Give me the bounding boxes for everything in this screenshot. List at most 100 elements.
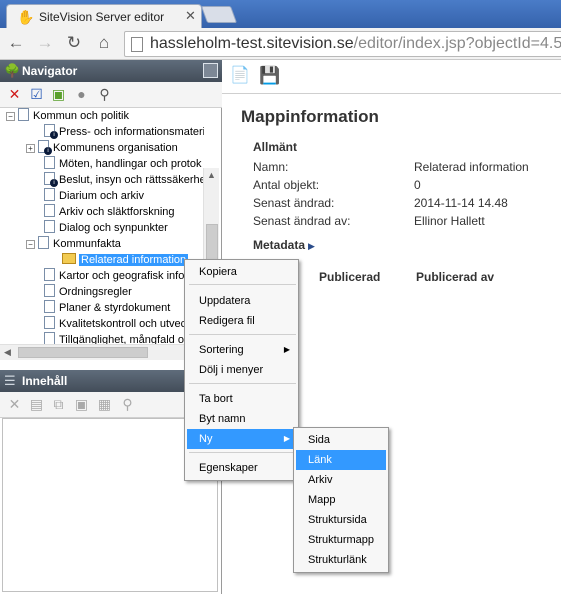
tree-node[interactable]: Diarium och arkiv — [44, 188, 144, 204]
tree-node-selected[interactable]: Relaterad information — [62, 252, 189, 268]
menu-item-byt-namn[interactable]: Byt namn — [187, 409, 296, 429]
tree-node[interactable]: Planer & styrdokument — [44, 300, 170, 316]
page-icon — [44, 156, 55, 169]
submenu-item-sida[interactable]: Sida — [296, 430, 386, 450]
tree-node[interactable]: − Kommun och politik — [6, 108, 129, 124]
search-icon[interactable]: ⚲ — [96, 86, 113, 103]
home-icon[interactable]: ⌂ — [94, 33, 114, 53]
menu-item-dolj-i-menyer[interactable]: Dölj i menyer — [187, 360, 296, 380]
menu-item-ny[interactable]: Ny ▶ — [187, 429, 296, 449]
tree-node[interactable]: Arkiv och släktforskning — [44, 204, 175, 220]
tree-node[interactable]: i Press- och informationsmateri — [44, 124, 204, 140]
navigator-header: 🌳 Navigator — [0, 60, 222, 82]
prop-label: Antal objekt: — [253, 178, 320, 192]
navigator-title: Navigator — [22, 64, 78, 78]
expand-triangle-icon: ▶ — [308, 241, 315, 251]
page-title: Mappinformation — [241, 107, 379, 126]
content-icon: ☰ — [4, 373, 16, 388]
prop-label: Senast ändrad av: — [253, 214, 351, 228]
browser-tab-strip: ✋ SiteVision Server editor ✕ — [0, 0, 561, 29]
prop-label: Senast ändrad: — [253, 196, 335, 210]
new-page-icon[interactable]: ▤ — [28, 396, 45, 413]
tree-node[interactable]: Dialog och synpunkter — [44, 220, 168, 236]
tree-node[interactable]: Tillgänglighet, mångfald o — [44, 332, 184, 344]
browser-tab[interactable]: ✋ SiteVision Server editor ✕ — [6, 4, 202, 29]
copy-icon[interactable]: ⧉ — [50, 396, 67, 413]
navigator-tree-icon: 🌳 — [4, 63, 21, 78]
column-header-published-by[interactable]: Publicerad av — [416, 270, 494, 284]
search-icon[interactable]: ⚲ — [119, 396, 136, 413]
status-circle-icon[interactable]: ● — [73, 86, 90, 103]
collapse-icon[interactable]: − — [6, 112, 15, 121]
submenu-item-struktursida[interactable]: Struktursida — [296, 510, 386, 530]
submenu-item-arkiv[interactable]: Arkiv — [296, 470, 386, 490]
menu-item-sortering[interactable]: Sortering ▶ — [187, 340, 296, 360]
tree-node[interactable]: i Beslut, insyn och rättssäkerhe — [44, 172, 204, 188]
address-bar[interactable]: hassleholm-test.sitevision.se/editor/ind… — [124, 31, 561, 57]
navigator-tree: − Kommun och politik i Press- och informat… — [2, 108, 204, 344]
scroll-up-icon[interactable]: ▲ — [207, 170, 216, 180]
page-info-icon: i — [38, 140, 52, 155]
section-title: Allmänt — [253, 140, 298, 154]
save-icon[interactable]: 💾 — [259, 67, 280, 87]
panel-toggle-button[interactable] — [203, 63, 218, 78]
content-title: Innehåll — [22, 374, 68, 388]
menu-separator — [189, 334, 296, 335]
prop-value: Ellinor Hallett — [414, 214, 485, 228]
menu-item-kopiera[interactable]: Kopiera — [187, 262, 296, 282]
scroll-left-icon[interactable]: ◀ — [4, 347, 11, 358]
paste-icon[interactable]: ▣ — [73, 396, 90, 413]
scroll-thumb[interactable] — [18, 347, 148, 358]
new-tab-button[interactable] — [200, 6, 238, 23]
tab-title: SiteVision Server editor — [39, 10, 165, 24]
page-icon — [44, 300, 55, 313]
url-text: hassleholm-test.sitevision.se/editor/ind… — [150, 35, 561, 52]
menu-separator — [189, 383, 296, 384]
page-icon — [44, 332, 55, 344]
layout-icon[interactable]: ▦ — [96, 396, 113, 413]
menu-item-egenskaper[interactable]: Egenskaper — [187, 458, 296, 478]
back-arrow-icon[interactable]: ← — [6, 33, 26, 53]
tree-node[interactable]: + i Kommunens organisation — [26, 140, 178, 156]
tree-node[interactable]: − Kommunfakta — [26, 236, 121, 252]
forward-arrow-icon[interactable]: → — [35, 33, 55, 53]
tree-node[interactable]: Kartor och geografisk info — [44, 268, 184, 284]
page-icon — [44, 316, 55, 329]
page-icon — [44, 204, 55, 217]
submenu-item-strukturlank[interactable]: Strukturlänk — [296, 550, 386, 570]
metadata-toggle[interactable]: Metadata ▶ — [253, 238, 315, 252]
menu-item-uppdatera[interactable]: Uppdatera — [187, 291, 296, 311]
delete-icon[interactable]: ✕ — [6, 396, 23, 413]
reload-icon[interactable]: ↻ — [64, 33, 84, 53]
tree-node[interactable]: Kvalitetskontroll och utvec — [44, 316, 186, 332]
menu-item-ta-bort[interactable]: Ta bort — [187, 389, 296, 409]
prop-label: Namn: — [253, 160, 289, 174]
tree-node[interactable]: Möten, handlingar och protok — [44, 156, 201, 172]
context-menu: Kopiera Uppdatera Redigera fil Sortering… — [184, 259, 299, 481]
submenu-item-lank[interactable]: Länk — [296, 450, 386, 470]
collapse-icon[interactable]: − — [26, 240, 35, 249]
submenu-arrow-icon: ▶ — [283, 434, 290, 443]
menu-item-redigera-fil[interactable]: Redigera fil — [187, 311, 296, 331]
menu-separator — [189, 284, 296, 285]
page-info-icon: i — [44, 172, 58, 187]
menu-separator — [189, 452, 296, 453]
prop-value: Relaterad information — [414, 160, 529, 174]
delete-icon[interactable]: ✕ — [6, 86, 23, 103]
checklist-icon[interactable]: ☑ — [28, 86, 45, 103]
submenu-item-strukturmapp[interactable]: Strukturmapp — [296, 530, 386, 550]
page-icon — [44, 268, 55, 281]
tree-node[interactable]: Ordningsregler — [44, 284, 132, 300]
page-icon — [44, 188, 55, 201]
folder-icon — [62, 253, 76, 264]
main-toolbar: 📄 💾 — [222, 60, 561, 94]
publish-icon[interactable]: ▣ — [50, 86, 67, 103]
properties-icon[interactable]: 📄 — [230, 67, 250, 87]
close-tab-icon[interactable]: ✕ — [185, 9, 196, 23]
column-header-published[interactable]: Publicerad — [319, 270, 380, 284]
submenu-arrow-icon: ▶ — [283, 345, 290, 354]
page-icon — [44, 284, 55, 297]
submenu-item-mapp[interactable]: Mapp — [296, 490, 386, 510]
browser-toolbar: ← → ↻ ⌂ hassleholm-test.sitevision.se/ed… — [0, 28, 561, 60]
expand-icon[interactable]: + — [26, 144, 35, 153]
